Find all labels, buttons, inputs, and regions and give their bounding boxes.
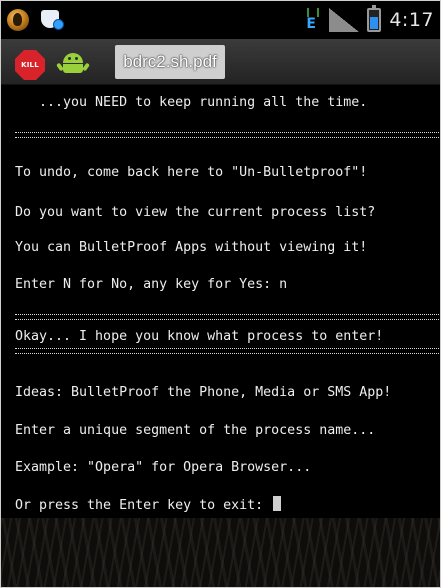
separator-rule: [15, 314, 440, 320]
battery-icon: [367, 5, 382, 32]
terminal-output[interactable]: ...you NEED to keep running all the time…: [1, 86, 440, 518]
status-clock: 4:17: [389, 9, 434, 31]
shield-icon: [39, 9, 65, 31]
terminal-line: Example: "Opera" for Opera Browser...: [15, 460, 312, 475]
network-e-icon: E: [305, 8, 321, 32]
terminal-prompt-line[interactable]: Or press the Enter key to exit:: [15, 496, 282, 515]
system-icons: E 4:17: [305, 5, 434, 33]
kill-button-label: KILL: [21, 61, 39, 69]
terminal-line: Enter N for No, any key for Yes: n: [15, 277, 288, 292]
terminal-line: Ideas: BulletProof the Phone, Media or S…: [15, 385, 392, 400]
separator-rule: [15, 132, 440, 138]
window-title: bdrc2.sh.pdf: [123, 52, 217, 71]
terminal-line: You can BulletProof Apps without viewing…: [15, 240, 368, 255]
terminal-line: ...you NEED to keep running all the time…: [15, 95, 368, 110]
mask-icon: [7, 9, 29, 31]
network-type-label: E: [306, 16, 316, 32]
phone-screen: E 4:17 KILL bdrc2.sh.pdf ...you NEED to …: [0, 0, 441, 588]
signal-icon: [329, 8, 360, 32]
status-bar: E 4:17: [1, 1, 440, 39]
notification-icons: [7, 7, 65, 33]
terminal-line: Enter a unique segment of the process na…: [15, 423, 376, 438]
text-cursor: [273, 496, 282, 511]
terminal-line: Okay... I hope you know what process to …: [15, 329, 384, 344]
title-tab[interactable]: bdrc2.sh.pdf: [115, 45, 225, 79]
terminal-line: Do you want to view the current process …: [15, 205, 376, 220]
terminal-prompt: Or press the Enter key to exit:: [15, 498, 272, 513]
separator-rule: [15, 348, 440, 354]
kill-button[interactable]: KILL: [15, 50, 45, 80]
wallpaper-strip: [1, 518, 440, 587]
terminal-line: To undo, come back here to "Un-Bulletpro…: [15, 165, 368, 180]
title-bar: KILL bdrc2.sh.pdf: [1, 39, 440, 85]
android-icon: [56, 49, 90, 75]
